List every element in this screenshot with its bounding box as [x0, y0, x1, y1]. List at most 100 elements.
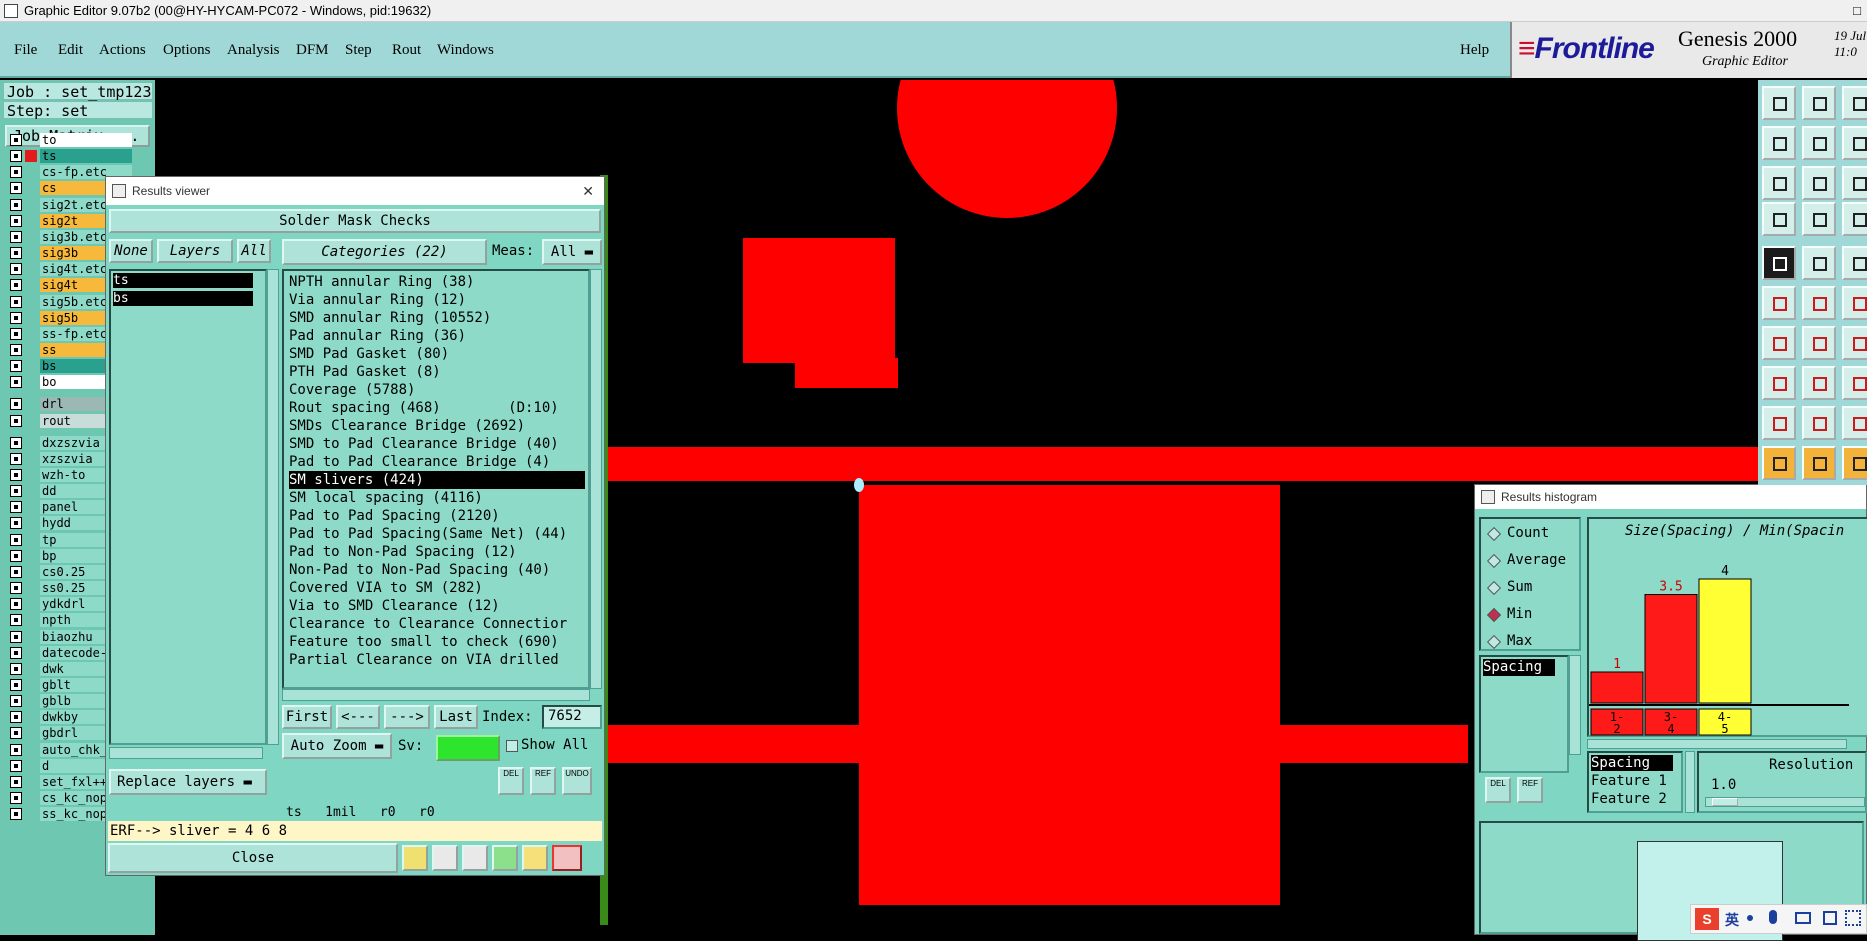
show-all-checkbox[interactable]	[506, 740, 518, 752]
radio-indicator[interactable]	[1486, 553, 1502, 569]
menu-dfm[interactable]: DFM	[296, 42, 329, 59]
tool-button-icon[interactable]	[1802, 366, 1836, 400]
layer-checkbox[interactable]	[10, 582, 22, 595]
category-item[interactable]: Coverage (5788)	[289, 381, 415, 399]
layer-checkbox[interactable]	[10, 695, 22, 708]
last-button[interactable]: Last	[434, 705, 478, 729]
category-item[interactable]: Pad to Pad Clearance Bridge (4)	[289, 453, 550, 471]
layer-checkbox[interactable]	[10, 808, 22, 821]
category-item[interactable]: Pad to Pad Spacing (2120)	[289, 507, 500, 525]
category-item[interactable]: Pad to Pad Spacing(Same Net) (44)	[289, 525, 567, 543]
layer-checkbox[interactable]	[10, 743, 22, 756]
layer-list-scrollbar[interactable]	[267, 269, 279, 745]
tool-button-icon[interactable]	[1842, 166, 1867, 200]
tool-button-icon[interactable]	[1762, 246, 1796, 280]
layer-results-list[interactable]: ts bs	[109, 269, 267, 745]
tool-button-icon[interactable]	[1802, 166, 1836, 200]
radio-indicator[interactable]	[1486, 526, 1502, 542]
layer-checkbox[interactable]	[10, 376, 22, 389]
category-item[interactable]: PTH Pad Gasket (8)	[289, 363, 441, 381]
layer-checkbox[interactable]	[10, 727, 22, 740]
refresh-icon[interactable]: REF	[530, 767, 556, 795]
index-input[interactable]: 7652	[542, 705, 602, 729]
layer-checkbox[interactable]	[10, 452, 22, 465]
layer-checkbox[interactable]	[10, 598, 22, 611]
auto-zoom-dropdown[interactable]: Auto Zoom ▬	[282, 733, 392, 759]
result-layer-item[interactable]: ts	[113, 273, 253, 288]
layer-checkbox[interactable]	[10, 662, 22, 675]
layer-checkbox[interactable]	[10, 166, 22, 179]
categories-hscrollbar[interactable]	[282, 689, 590, 701]
category-item[interactable]: SMD annular Ring (10552)	[289, 309, 491, 327]
tool-button-icon[interactable]	[1842, 126, 1867, 160]
notes-tool-icon[interactable]	[522, 845, 548, 871]
histogram-hscrollbar[interactable]	[1587, 739, 1847, 749]
restore-window-icon[interactable]: □	[1853, 0, 1861, 22]
menu-analysis[interactable]: Analysis	[227, 42, 280, 59]
category-item[interactable]: Partial Clearance on VIA drilled	[289, 651, 559, 669]
close-button[interactable]: Close	[108, 843, 398, 873]
layer-checkbox[interactable]	[10, 214, 22, 227]
categories-button[interactable]: Categories (22)	[282, 239, 487, 265]
ime-punct-icon[interactable]	[1747, 915, 1753, 921]
category-item[interactable]: Pad to Non-Pad Spacing (12)	[289, 543, 517, 561]
tool-button-icon[interactable]	[1802, 446, 1836, 480]
tool-button-icon[interactable]	[1802, 326, 1836, 360]
tool-button-icon[interactable]	[1762, 286, 1796, 320]
layer-checkbox[interactable]	[10, 279, 22, 292]
category-item[interactable]: SMDs Clearance Bridge (2692)	[289, 417, 525, 435]
toolbox-icon[interactable]	[1845, 910, 1861, 926]
histogram-list-item[interactable]: Spacing	[1483, 659, 1555, 676]
menu-options[interactable]: Options	[163, 42, 211, 59]
layer-checkbox[interactable]	[10, 485, 22, 498]
resolution-slider[interactable]	[1705, 797, 1865, 807]
tool-button-icon[interactable]	[1762, 202, 1796, 236]
category-item[interactable]: Via to SMD Clearance (12)	[289, 597, 500, 615]
layers-all-button[interactable]: All	[237, 239, 271, 263]
menu-windows[interactable]: Windows	[437, 42, 494, 59]
menu-help[interactable]: Help	[1460, 42, 1489, 59]
layer-checkbox[interactable]	[10, 414, 22, 427]
category-item[interactable]: SM slivers (424)	[289, 471, 585, 489]
tool-button-icon[interactable]	[1802, 202, 1836, 236]
category-item[interactable]: Rout spacing (468) (D:10)	[289, 399, 559, 417]
layer-checkbox[interactable]	[10, 182, 22, 195]
layer-checkbox[interactable]	[10, 711, 22, 724]
layer-checkbox[interactable]	[10, 311, 22, 324]
layer-checkbox[interactable]	[10, 134, 22, 146]
layers-button[interactable]: Layers	[157, 239, 233, 263]
tool-button-icon[interactable]	[1842, 86, 1867, 120]
layer-checkbox[interactable]	[10, 150, 22, 163]
category-item[interactable]: SMD to Pad Clearance Bridge (40)	[289, 435, 559, 453]
layer-checkbox[interactable]	[10, 198, 22, 211]
meas-dropdown[interactable]: All ▬	[542, 239, 602, 265]
tool-button-icon[interactable]	[1842, 246, 1867, 280]
layer-checkbox[interactable]	[10, 263, 22, 276]
histogram-list-scrollbar[interactable]	[1569, 655, 1581, 755]
category-item[interactable]: SMD Pad Gasket (80)	[289, 345, 449, 363]
layer-checkbox[interactable]	[10, 630, 22, 643]
tool-button-icon[interactable]	[1842, 406, 1867, 440]
layer-checkbox[interactable]	[10, 549, 22, 562]
category-item[interactable]: SM local spacing (4116)	[289, 489, 483, 507]
tool-button-icon[interactable]	[1762, 86, 1796, 120]
result-layer-item[interactable]: bs	[113, 291, 253, 306]
skin-icon[interactable]	[1823, 911, 1837, 925]
info-scrollbar[interactable]	[1685, 751, 1695, 813]
layer-checkbox[interactable]	[10, 436, 22, 449]
layer-checkbox[interactable]	[10, 398, 22, 411]
layer-checkbox[interactable]	[10, 360, 22, 373]
tool-button-icon[interactable]	[1842, 366, 1867, 400]
menu-actions[interactable]: Actions	[99, 42, 146, 59]
histogram-list[interactable]: Spacing	[1479, 655, 1569, 773]
histogram-tool-icon[interactable]	[402, 845, 428, 871]
chart-tool-icon[interactable]	[552, 845, 582, 871]
layer-checkbox[interactable]	[10, 775, 22, 788]
category-item[interactable]: Feature too small to check (690)	[289, 633, 559, 651]
layer-checkbox[interactable]	[10, 343, 22, 356]
layer-checkbox[interactable]	[10, 614, 22, 627]
layer-checkbox[interactable]	[10, 247, 22, 260]
menu-file[interactable]: File	[14, 42, 37, 59]
tool-button-icon[interactable]	[1762, 406, 1796, 440]
tool-button-icon[interactable]	[1802, 126, 1836, 160]
